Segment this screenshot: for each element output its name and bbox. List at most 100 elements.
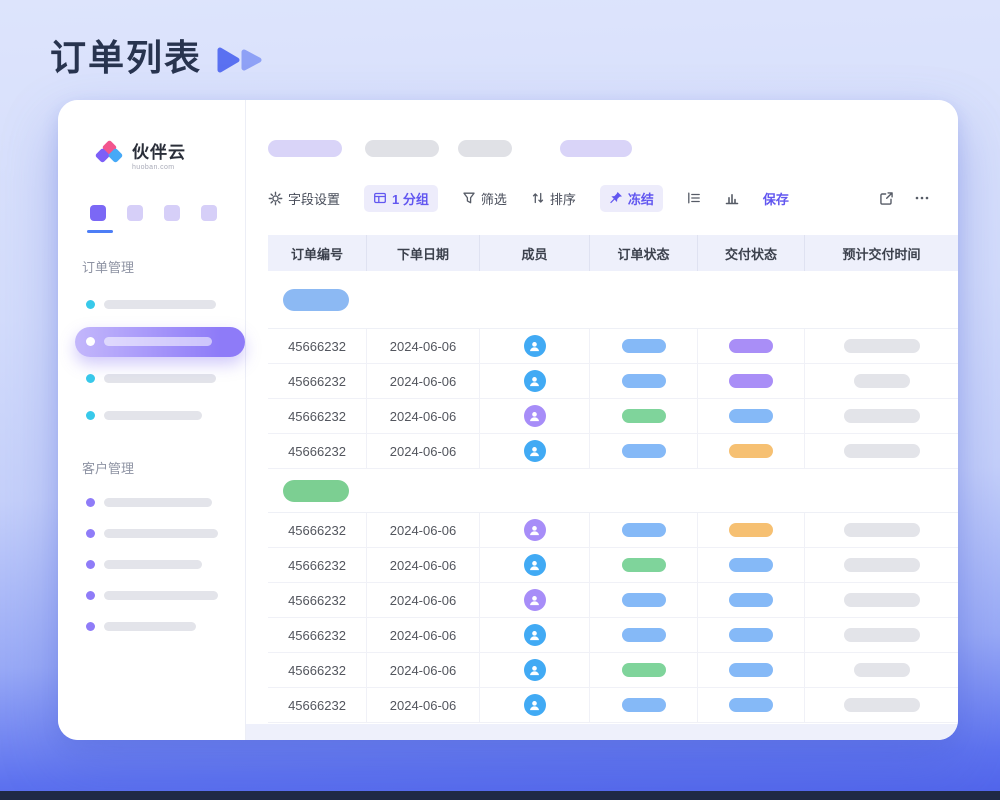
sidebar-tabs [58, 205, 245, 233]
column-header[interactable]: 交付状态 [698, 235, 805, 271]
cell-member [480, 583, 590, 617]
table-row[interactable]: 456662322024-06-06 [268, 653, 958, 688]
column-header[interactable]: 订单编号 [268, 235, 367, 271]
cell-member [480, 434, 590, 468]
item-dot [86, 498, 95, 507]
cell-order-status [590, 434, 698, 468]
cell-delivery-status [698, 688, 805, 722]
cell-delivery-status [698, 399, 805, 433]
cell-order-date: 2024-06-06 [367, 434, 480, 468]
toolbar-sort[interactable]: 排序 [531, 189, 576, 208]
eta-placeholder [854, 663, 910, 677]
order-status-pill [622, 409, 666, 423]
table-row[interactable]: 456662322024-06-06 [268, 688, 958, 723]
toolbar-freeze[interactable]: 冻结 [600, 185, 663, 212]
grid-icon [373, 191, 387, 205]
table-row[interactable]: 456662322024-06-06 [268, 364, 958, 399]
cell-eta [805, 329, 958, 363]
cell-delivery-status [698, 513, 805, 547]
table-row[interactable]: 456662322024-06-06 [268, 399, 958, 434]
order-status-pill [622, 444, 666, 458]
table-header-row: 订单编号下单日期成员订单状态交付状态预计交付时间 [268, 235, 958, 271]
share-icon[interactable] [879, 191, 894, 206]
delivery-status-pill [729, 374, 773, 388]
page-header: 订单列表 [50, 40, 268, 76]
view-tab-placeholder-1[interactable] [268, 140, 342, 157]
cell-order-status [590, 548, 698, 582]
sidebar-item[interactable] [58, 611, 245, 642]
order-status-pill [622, 593, 666, 607]
toolbar-label: 排序 [550, 189, 576, 208]
sidebar-item[interactable] [58, 549, 245, 580]
toolbar-field-settings[interactable]: 字段设置 [268, 189, 340, 208]
logo-icon [94, 140, 124, 170]
toolbar-save[interactable]: 保存 [763, 189, 789, 208]
cell-delivery-status [698, 618, 805, 652]
column-header[interactable]: 下单日期 [367, 235, 480, 271]
cell-member [480, 618, 590, 652]
delivery-status-pill [729, 593, 773, 607]
delivery-status-pill [729, 558, 773, 572]
eta-placeholder [854, 374, 910, 388]
logo-brand: 伙伴云 [132, 138, 186, 163]
table-row[interactable]: 456662322024-06-06 [268, 434, 958, 469]
view-tab-placeholder-3[interactable] [458, 140, 512, 157]
column-header[interactable]: 预计交付时间 [805, 235, 958, 271]
eta-placeholder [844, 339, 920, 353]
sidebar-tab-4[interactable] [201, 205, 217, 221]
group-row[interactable] [268, 271, 958, 329]
sidebar-item[interactable] [58, 487, 245, 518]
table-row[interactable]: 456662322024-06-06 [268, 583, 958, 618]
cell-member [480, 399, 590, 433]
member-avatar [524, 370, 546, 392]
sidebar-menu: 订单管理客户管理 [58, 257, 245, 642]
column-header[interactable]: 成员 [480, 235, 590, 271]
cell-order-no: 45666232 [268, 434, 367, 468]
member-avatar [524, 554, 546, 576]
item-dot [86, 337, 95, 346]
sidebar-section-list [58, 286, 245, 434]
table-row[interactable]: 456662322024-06-06 [268, 548, 958, 583]
view-tab-placeholder-4[interactable] [560, 140, 632, 157]
toolbar-row-height[interactable] [687, 191, 701, 205]
sidebar-item[interactable] [58, 397, 245, 434]
sidebar-tab-2[interactable] [127, 205, 143, 221]
cell-order-date: 2024-06-06 [367, 329, 480, 363]
eta-placeholder [844, 558, 920, 572]
group-row[interactable] [268, 469, 958, 513]
sidebar-item[interactable] [58, 286, 245, 323]
table-row[interactable]: 456662322024-06-06 [268, 618, 958, 653]
more-icon[interactable] [914, 191, 930, 205]
view-tab-placeholder-2[interactable] [365, 140, 439, 157]
sidebar-tab-1[interactable] [90, 205, 106, 221]
eta-placeholder [844, 444, 920, 458]
cell-eta [805, 583, 958, 617]
sidebar-item[interactable] [58, 360, 245, 397]
toolbar-group[interactable]: 1 分组 [364, 185, 438, 212]
cell-order-no: 45666232 [268, 653, 367, 687]
sidebar-item[interactable] [58, 580, 245, 611]
sidebar-tab-3[interactable] [164, 205, 180, 221]
item-dot [86, 560, 95, 569]
member-avatar [524, 440, 546, 462]
toolbar: 字段设置 1 分组 筛选 排序 冻结 保存 [246, 184, 958, 212]
toolbar-chart[interactable] [725, 191, 739, 205]
sidebar-item-active[interactable] [58, 323, 245, 360]
eta-placeholder [844, 593, 920, 607]
cell-order-status [590, 688, 698, 722]
item-label-placeholder [104, 411, 202, 420]
column-header[interactable]: 订单状态 [590, 235, 698, 271]
table-row[interactable]: 456662322024-06-06 [268, 329, 958, 364]
page-title: 订单列表 [50, 40, 202, 76]
rows-icon [687, 191, 701, 205]
delivery-status-pill [729, 409, 773, 423]
table-row[interactable]: 456662322024-06-06 [268, 513, 958, 548]
cell-delivery-status [698, 653, 805, 687]
order-status-pill [622, 523, 666, 537]
toolbar-filter[interactable]: 筛选 [462, 189, 507, 208]
cell-order-no: 45666232 [268, 618, 367, 652]
order-status-pill [622, 698, 666, 712]
logo: 伙伴云 huoban.com [94, 138, 245, 171]
member-avatar [524, 694, 546, 716]
sidebar-item[interactable] [58, 518, 245, 549]
